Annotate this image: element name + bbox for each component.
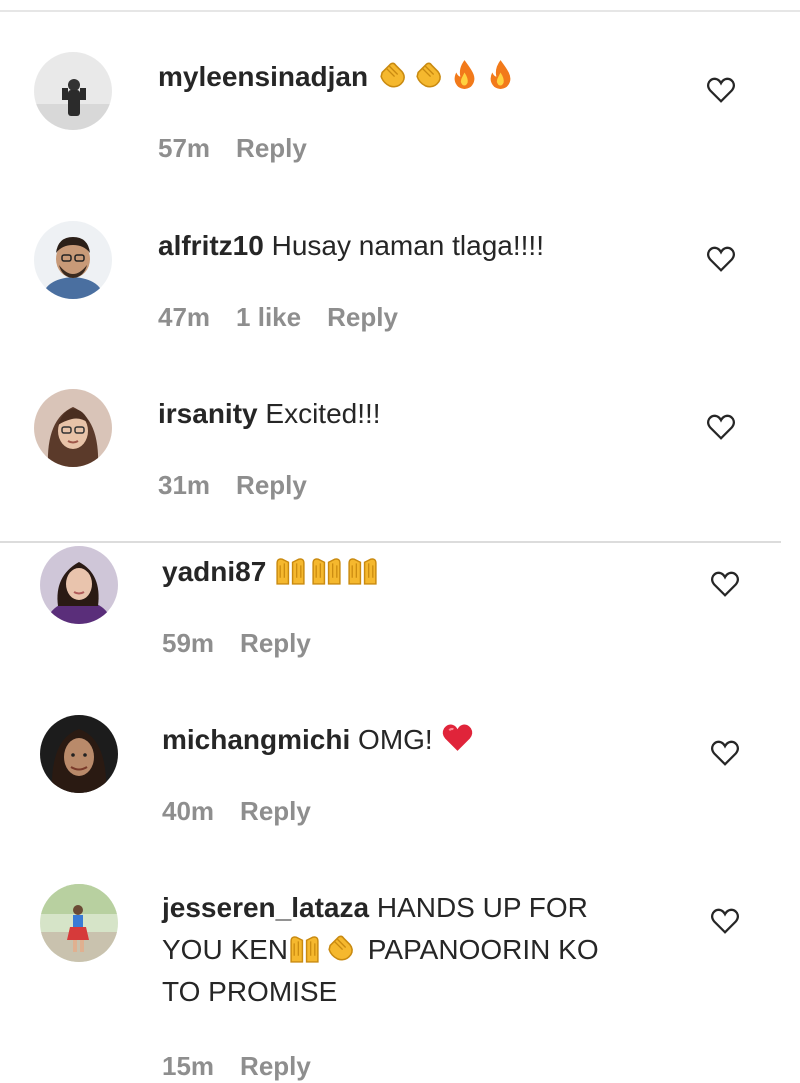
avatar[interactable] bbox=[40, 546, 118, 624]
likes-count[interactable]: 1 like bbox=[236, 302, 301, 332]
like-button[interactable] bbox=[706, 412, 736, 442]
comment-username[interactable]: jesseren_lataza bbox=[162, 892, 369, 923]
fire-icon bbox=[484, 58, 517, 91]
heart-outline-icon bbox=[711, 571, 739, 597]
comment-meta: 59m Reply bbox=[162, 628, 337, 659]
comment-time[interactable]: 31m bbox=[158, 470, 210, 500]
comment-meta: 31m Reply bbox=[158, 470, 333, 501]
comment-username[interactable]: alfritz10 bbox=[158, 230, 264, 261]
red-heart-icon bbox=[441, 721, 474, 754]
reply-button[interactable]: Reply bbox=[240, 796, 311, 826]
comment-time[interactable]: 15m bbox=[162, 1051, 214, 1081]
clapping-hands-icon bbox=[412, 58, 445, 91]
comment-meta: 47m 1 like Reply bbox=[158, 302, 424, 333]
comment-body: Excited!!! bbox=[257, 398, 381, 429]
avatar[interactable] bbox=[34, 389, 112, 467]
clapping-hands-icon bbox=[376, 58, 409, 91]
reply-button[interactable]: Reply bbox=[236, 470, 307, 500]
clapping-hands-icon bbox=[324, 931, 357, 964]
top-divider bbox=[0, 10, 800, 12]
comment-text: michangmichi OMG! bbox=[162, 719, 682, 761]
comment-text: yadni87 bbox=[162, 551, 682, 593]
like-button[interactable] bbox=[710, 569, 740, 599]
heart-outline-icon bbox=[711, 908, 739, 934]
comment-text: jesseren_lataza HANDS UP FOR YOU KEN PAP… bbox=[162, 887, 682, 1013]
comment-time[interactable]: 59m bbox=[162, 628, 214, 658]
comment-username[interactable]: yadni87 bbox=[162, 556, 266, 587]
comment-meta: 40m Reply bbox=[162, 796, 337, 827]
comment-time[interactable]: 47m bbox=[158, 302, 210, 332]
raising-hands-icon bbox=[310, 553, 343, 586]
avatar[interactable] bbox=[40, 715, 118, 793]
comment-body: TO PROMISE bbox=[162, 976, 338, 1007]
comment-body: HANDS UP FOR bbox=[369, 892, 588, 923]
comment-time[interactable]: 40m bbox=[162, 796, 214, 826]
reply-button[interactable]: Reply bbox=[327, 302, 398, 332]
section-divider bbox=[0, 541, 781, 543]
comment-meta: 57m Reply bbox=[158, 133, 333, 164]
like-button[interactable] bbox=[706, 75, 736, 105]
comment-text: irsanity Excited!!! bbox=[158, 393, 678, 435]
avatar[interactable] bbox=[34, 221, 112, 299]
fire-icon bbox=[448, 58, 481, 91]
comment-body: YOU KEN bbox=[162, 934, 289, 965]
reply-button[interactable]: Reply bbox=[240, 1051, 311, 1081]
raising-hands-icon bbox=[274, 553, 307, 586]
like-button[interactable] bbox=[710, 738, 740, 768]
avatar[interactable] bbox=[40, 884, 118, 962]
comment-text: alfritz10 Husay naman tlaga!!!! bbox=[158, 225, 678, 267]
comment-username[interactable]: myleensinadjan bbox=[158, 61, 368, 92]
comment-body: PAPANOORIN KO bbox=[360, 934, 599, 965]
raising-hands-icon bbox=[288, 931, 321, 964]
like-button[interactable] bbox=[710, 906, 740, 936]
comment-body: OMG! bbox=[350, 724, 441, 755]
raising-hands-icon bbox=[346, 553, 379, 586]
comment-username[interactable]: irsanity bbox=[158, 398, 258, 429]
reply-button[interactable]: Reply bbox=[240, 628, 311, 658]
reply-button[interactable]: Reply bbox=[236, 133, 307, 163]
heart-outline-icon bbox=[707, 246, 735, 272]
comment-time[interactable]: 57m bbox=[158, 133, 210, 163]
avatar[interactable] bbox=[34, 52, 112, 130]
comment-meta: 15m Reply bbox=[162, 1051, 337, 1082]
heart-outline-icon bbox=[707, 414, 735, 440]
heart-outline-icon bbox=[707, 77, 735, 103]
comment-text: myleensinadjan bbox=[158, 56, 678, 98]
heart-outline-icon bbox=[711, 740, 739, 766]
like-button[interactable] bbox=[706, 244, 736, 274]
comment-username[interactable]: michangmichi bbox=[162, 724, 350, 755]
comment-body: Husay naman tlaga!!!! bbox=[263, 230, 544, 261]
